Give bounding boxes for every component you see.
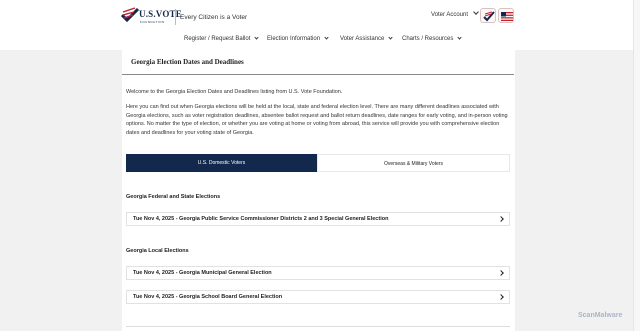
bottom-divider: [126, 326, 510, 327]
election-row-label: Tue Nov 4, 2025 - Georgia School Board G…: [133, 294, 283, 300]
description-text: Here you can find out when Georgia elect…: [126, 104, 508, 137]
chevron-right-icon: [498, 294, 504, 300]
vote-checkmark-button[interactable]: [480, 8, 496, 23]
section-heading-federal-state: Georgia Federal and State Elections: [126, 194, 221, 200]
nav-voter-assistance[interactable]: Voter Assistance: [340, 35, 393, 42]
nav-election-information[interactable]: Election Information: [267, 35, 329, 42]
election-row[interactable]: Tue Nov 4, 2025 - Georgia School Board G…: [126, 290, 510, 304]
tab-us-domestic-voters[interactable]: U.S. Domestic Voters: [126, 154, 317, 172]
us-vote-logo[interactable]: U.S.VOTE FOUNDATION: [121, 7, 182, 25]
page-title: Georgia Election Dates and Deadlines: [131, 58, 244, 66]
chevron-down-icon: [388, 35, 393, 40]
us-flag-button[interactable]: [498, 8, 514, 23]
voter-account-label: Voter Account: [431, 12, 469, 18]
chevron-down-icon: [473, 9, 479, 15]
main-nav: Register / Request Ballot Election Infor…: [0, 33, 640, 47]
election-row[interactable]: Tue Nov 4, 2025 - Georgia Municipal Gene…: [126, 266, 510, 280]
us-flag-icon: [501, 12, 513, 21]
logo-subtext: FOUNDATION: [140, 20, 165, 24]
watermark: ScanMalware: [578, 312, 623, 319]
intro-text: Welcome to the Georgia Election Dates an…: [126, 89, 343, 95]
site-header: U.S.VOTE FOUNDATION Every Citizen is a V…: [0, 0, 640, 50]
scrollbar[interactable]: [633, 0, 640, 331]
chevron-right-icon: [498, 270, 504, 276]
tagline: Every Citizen is a Voter: [180, 14, 248, 21]
section-heading-local: Georgia Local Elections: [126, 248, 189, 254]
election-row[interactable]: Tue Nov 4, 2025 - Georgia Public Service…: [126, 212, 510, 226]
flag-checkmark-icon: [483, 11, 495, 22]
chevron-down-icon: [254, 35, 259, 40]
election-row-label: Tue Nov 4, 2025 - Georgia Public Service…: [133, 216, 389, 222]
nav-charts-resources[interactable]: Charts / Resources: [402, 35, 462, 42]
voter-account-menu[interactable]: Voter Account: [431, 9, 479, 18]
tab-overseas-military-voters[interactable]: Overseas & Military Voters: [317, 154, 510, 172]
nav-register-request-ballot[interactable]: Register / Request Ballot: [184, 35, 259, 42]
flag-checkmark-icon: [121, 7, 139, 23]
chevron-right-icon: [498, 216, 504, 222]
chevron-down-icon: [324, 35, 329, 40]
title-divider: [122, 74, 514, 75]
logo-divider: [175, 9, 176, 25]
chevron-down-icon: [457, 35, 462, 40]
election-row-label: Tue Nov 4, 2025 - Georgia Municipal Gene…: [133, 270, 272, 276]
